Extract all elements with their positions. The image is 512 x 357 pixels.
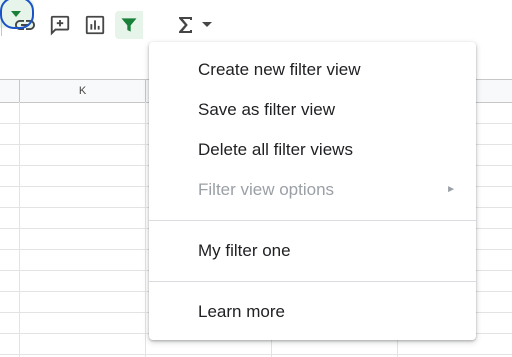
filter-icon — [121, 18, 137, 32]
menu-divider — [149, 281, 476, 282]
create-new-filter-view-item[interactable]: Create new filter view — [149, 52, 476, 88]
learn-more-item[interactable]: Learn more — [149, 294, 476, 330]
submenu-arrow-icon: ► — [446, 184, 456, 195]
create-filter-button[interactable] — [115, 11, 143, 39]
delete-all-filter-views-item[interactable]: Delete all filter views — [149, 132, 476, 168]
menu-item-label: Learn more — [198, 302, 285, 321]
column-header-k[interactable]: K — [20, 80, 146, 102]
my-filter-one-item[interactable]: My filter one — [149, 233, 476, 269]
menu-item-label: Create new filter view — [198, 60, 361, 79]
sigma-icon — [179, 17, 192, 33]
menu-item-label: Filter view options — [198, 180, 335, 199]
menu-divider — [149, 220, 476, 221]
add-comment-icon — [50, 15, 70, 36]
column-header-j[interactable] — [0, 80, 20, 102]
chevron-down-icon — [11, 11, 21, 17]
column-header-label: K — [78, 85, 87, 97]
insert-chart-button[interactable] — [81, 11, 109, 39]
filter-views-dropdown-button[interactable] — [0, 0, 34, 29]
filter-view-options-item: Filter view options ► — [149, 172, 476, 208]
filter-views-menu: Create new filter view Save as filter vi… — [149, 42, 476, 340]
insert-comment-button[interactable] — [46, 11, 74, 39]
insert-chart-icon — [85, 15, 105, 35]
save-as-filter-view-item[interactable]: Save as filter view — [149, 92, 476, 128]
functions-button[interactable] — [176, 11, 196, 39]
menu-item-label: My filter one — [198, 241, 291, 260]
menu-item-label: Save as filter view — [198, 100, 335, 119]
chevron-down-icon — [202, 22, 212, 27]
functions-dropdown-button[interactable] — [197, 11, 217, 39]
menu-item-label: Delete all filter views — [198, 140, 353, 159]
